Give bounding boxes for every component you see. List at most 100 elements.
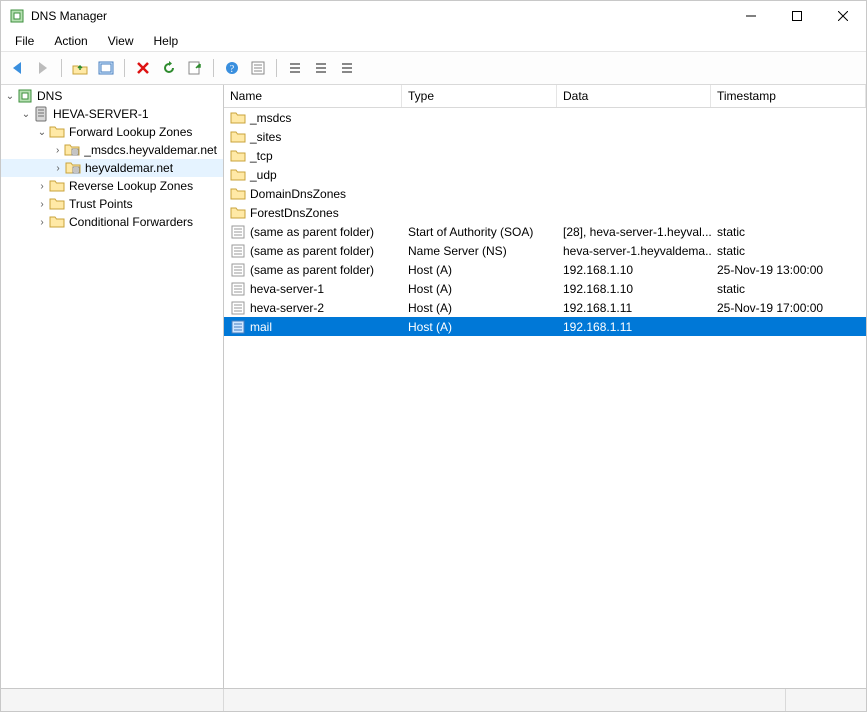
- toolbar-properties-button[interactable]: [246, 56, 270, 80]
- column-header-timestamp[interactable]: Timestamp: [711, 85, 866, 107]
- cell-timestamp: 25-Nov-19 17:00:00: [711, 301, 866, 315]
- tree-pane[interactable]: ⌄ DNS ⌄ HEVA-SERVER-1 ⌄ Forward Lookup Zone…: [1, 85, 224, 688]
- twisty-closed-icon[interactable]: ›: [51, 163, 65, 174]
- toolbar-separator: [124, 59, 125, 77]
- cell-name: heva-server-2: [224, 300, 402, 316]
- cell-name: DomainDnsZones: [224, 186, 402, 202]
- close-button[interactable]: [820, 1, 866, 31]
- tree-node[interactable]: ⌄ HEVA-SERVER-1: [1, 105, 223, 123]
- record-icon: [230, 224, 246, 240]
- cell-type: Host (A): [402, 282, 557, 296]
- list-row[interactable]: DomainDnsZones: [224, 184, 866, 203]
- cell-name: _tcp: [224, 148, 402, 164]
- toolbar: [1, 51, 866, 85]
- toolbar-help-button[interactable]: [220, 56, 244, 80]
- record-icon: [230, 300, 246, 316]
- record-sel-icon: [230, 319, 246, 335]
- tree-node[interactable]: › Reverse Lookup Zones: [1, 177, 223, 195]
- cell-name: (same as parent folder): [224, 243, 402, 259]
- cell-type: Host (A): [402, 263, 557, 277]
- record-icon: [230, 262, 246, 278]
- toolbar-separator: [61, 59, 62, 77]
- list-row[interactable]: (same as parent folder)Name Server (NS)h…: [224, 241, 866, 260]
- list-row[interactable]: heva-server-1Host (A)192.168.1.10static: [224, 279, 866, 298]
- maximize-button[interactable]: [774, 1, 820, 31]
- list-row[interactable]: (same as parent folder)Host (A)192.168.1…: [224, 260, 866, 279]
- tree-node-label: heyvaldemar.net: [85, 161, 173, 175]
- cell-name: _msdcs: [224, 110, 402, 126]
- server-icon: [33, 106, 49, 122]
- twisty-icon[interactable]: ⌄: [3, 91, 17, 102]
- list-row[interactable]: ForestDnsZones: [224, 203, 866, 222]
- toolbar-separator: [213, 59, 214, 77]
- cell-name-text: heva-server-2: [250, 301, 324, 315]
- toolbar-view3-button[interactable]: [335, 56, 359, 80]
- zone-icon: [64, 142, 80, 158]
- twisty-closed-icon[interactable]: ›: [35, 199, 49, 210]
- tree-root[interactable]: ⌄ DNS: [1, 87, 223, 105]
- twisty-open-icon[interactable]: ⌄: [35, 127, 49, 138]
- folder-icon: [49, 214, 65, 230]
- twisty-closed-icon[interactable]: ›: [35, 217, 49, 228]
- tree-node-label: Reverse Lookup Zones: [69, 179, 193, 193]
- tree-node-label: Forward Lookup Zones: [69, 125, 192, 139]
- menu-file[interactable]: File: [7, 32, 42, 50]
- cell-name-text: _msdcs: [250, 111, 291, 125]
- folder-icon: [49, 178, 65, 194]
- tree-node[interactable]: › Trust Points: [1, 195, 223, 213]
- twisty-closed-icon[interactable]: ›: [51, 145, 64, 156]
- cell-name: heva-server-1: [224, 281, 402, 297]
- tree-node-label: Trust Points: [69, 197, 133, 211]
- list-row[interactable]: mailHost (A)192.168.1.11: [224, 317, 866, 336]
- list-body[interactable]: _msdcs _sites _tcp _udp DomainDnsZones Forest…: [224, 108, 866, 688]
- titlebar: DNS Manager: [1, 1, 866, 31]
- dns-icon: [17, 88, 33, 104]
- twisty-closed-icon[interactable]: ›: [35, 181, 49, 192]
- toolbar-back-button[interactable]: [5, 56, 29, 80]
- folder-icon: [230, 129, 246, 145]
- column-header-data[interactable]: Data: [557, 85, 711, 107]
- toolbar-up-button[interactable]: [68, 56, 92, 80]
- cell-name-text: _udp: [250, 168, 277, 182]
- toolbar-view1-button[interactable]: [283, 56, 307, 80]
- toolbar-delete-button[interactable]: [131, 56, 155, 80]
- cell-name-text: heva-server-1: [250, 282, 324, 296]
- tree-node-label: HEVA-SERVER-1: [53, 107, 149, 121]
- toolbar-show-hide-button[interactable]: [94, 56, 118, 80]
- cell-data: [28], heva-server-1.heyval...: [557, 225, 711, 239]
- column-header-name[interactable]: Name: [224, 85, 402, 107]
- tree-node[interactable]: › Conditional Forwarders: [1, 213, 223, 231]
- toolbar-refresh-button[interactable]: [157, 56, 181, 80]
- tree-node[interactable]: › heyvaldemar.net: [1, 159, 223, 177]
- cell-name-text: DomainDnsZones: [250, 187, 346, 201]
- tree-node[interactable]: › _msdcs.heyvaldemar.net: [1, 141, 223, 159]
- list-header: Name Type Data Timestamp: [224, 85, 866, 108]
- list-row[interactable]: _sites: [224, 127, 866, 146]
- cell-name-text: (same as parent folder): [250, 263, 374, 277]
- record-icon: [230, 281, 246, 297]
- cell-name-text: _tcp: [250, 149, 273, 163]
- column-header-type[interactable]: Type: [402, 85, 557, 107]
- toolbar-export-button[interactable]: [183, 56, 207, 80]
- list-row[interactable]: heva-server-2Host (A)192.168.1.1125-Nov-…: [224, 298, 866, 317]
- toolbar-forward-button[interactable]: [31, 56, 55, 80]
- list-row[interactable]: _tcp: [224, 146, 866, 165]
- tree-node-label: DNS: [37, 89, 62, 103]
- menu-view[interactable]: View: [100, 32, 142, 50]
- zone-icon: [65, 160, 81, 176]
- cell-timestamp: 25-Nov-19 13:00:00: [711, 263, 866, 277]
- menu-action[interactable]: Action: [46, 32, 95, 50]
- menu-help[interactable]: Help: [146, 32, 187, 50]
- window: DNS Manager File Action View Help: [0, 0, 867, 712]
- list-row[interactable]: _msdcs: [224, 108, 866, 127]
- tree-node-label: Conditional Forwarders: [69, 215, 193, 229]
- list-row[interactable]: _udp: [224, 165, 866, 184]
- cell-name: _sites: [224, 129, 402, 145]
- list-row[interactable]: (same as parent folder)Start of Authorit…: [224, 222, 866, 241]
- minimize-button[interactable]: [728, 1, 774, 31]
- tree-node-label: _msdcs.heyvaldemar.net: [84, 143, 217, 157]
- twisty-open-icon[interactable]: ⌄: [19, 109, 33, 120]
- toolbar-view2-button[interactable]: [309, 56, 333, 80]
- tree-node[interactable]: ⌄ Forward Lookup Zones: [1, 123, 223, 141]
- status-cell: [786, 689, 866, 711]
